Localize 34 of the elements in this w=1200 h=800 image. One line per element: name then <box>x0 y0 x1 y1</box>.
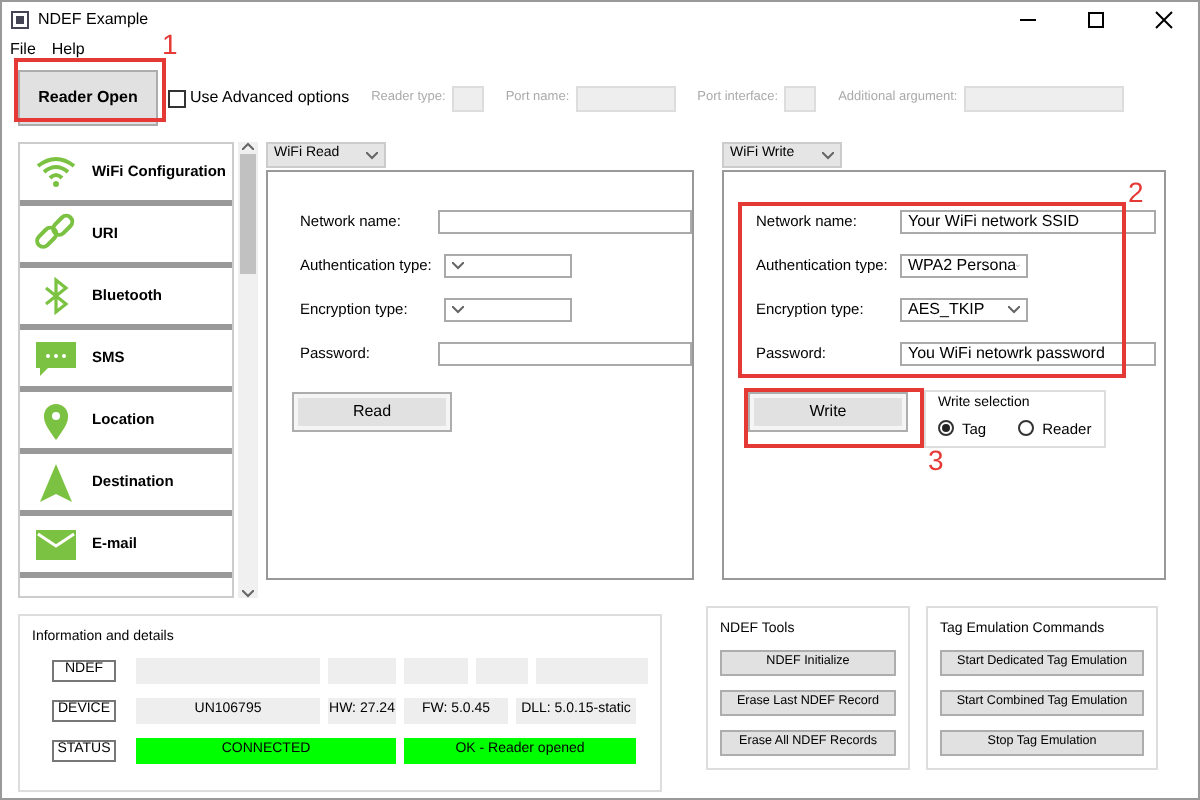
dropdown-field[interactable]: WPA2 Persona <box>900 254 1028 278</box>
menu-item[interactable]: Help <box>51 38 85 62</box>
radio-button[interactable] <box>938 420 954 437</box>
app-icon <box>10 10 30 30</box>
action-button[interactable]: Write <box>748 392 908 432</box>
menu-item[interactable]: File <box>10 38 36 62</box>
radio-button[interactable] <box>1018 420 1035 437</box>
annotation-number: 3 <box>928 446 944 474</box>
input-field[interactable] <box>438 342 692 366</box>
checkbox-label: Use Advanced options <box>190 86 350 110</box>
input-field[interactable]: Your WiFi network SSID <box>900 210 1156 234</box>
caret-icon <box>1008 306 1020 314</box>
caret-icon <box>452 306 464 314</box>
scroll-down-icon <box>242 590 254 598</box>
dropdown-field[interactable] <box>444 254 572 278</box>
dropdown-field[interactable]: AES_TKIP <box>900 298 1028 322</box>
maximize-icon[interactable] <box>1086 10 1106 30</box>
input-field[interactable] <box>438 210 692 234</box>
message-icon <box>32 336 80 380</box>
caret-icon <box>366 151 378 159</box>
window-title: NDEF Example <box>38 8 149 32</box>
caret-icon <box>452 262 464 270</box>
annotation-number: 2 <box>1128 178 1144 206</box>
action-button[interactable]: Read <box>292 392 452 432</box>
scroll-up-icon <box>242 142 254 150</box>
close-icon[interactable] <box>1154 10 1174 30</box>
scrollbar[interactable] <box>238 142 258 598</box>
checkbox[interactable] <box>168 89 186 107</box>
input-field[interactable]: You WiFi netowrk password <box>900 342 1156 366</box>
dropdown-field[interactable] <box>444 298 572 322</box>
scrollbar-thumb[interactable] <box>240 154 256 274</box>
reader-open-button[interactable]: Reader Open <box>18 70 158 126</box>
caret-icon <box>822 151 834 159</box>
annotation-number: 1 <box>162 30 178 58</box>
